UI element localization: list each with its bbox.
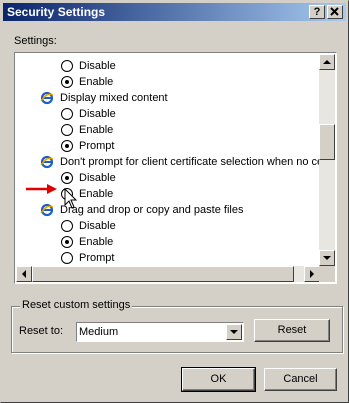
window-title: Security Settings <box>7 5 106 19</box>
category-label: Don't prompt for client certificate sele… <box>60 156 320 168</box>
scrollbar-corner <box>319 266 335 282</box>
horizontal-scrollbar[interactable] <box>16 266 320 282</box>
category-label: Display mixed content <box>60 92 168 104</box>
scroll-down-button[interactable] <box>319 250 335 266</box>
radio-unselected[interactable] <box>61 60 73 72</box>
horizontal-scroll-thumb[interactable] <box>32 266 294 282</box>
scroll-up-button[interactable] <box>319 54 335 70</box>
scroll-right-button[interactable] <box>304 266 320 282</box>
vertical-scroll-thumb[interactable] <box>319 124 335 160</box>
reset-to-label: Reset to: <box>19 325 64 337</box>
option-label: Enable <box>79 76 114 88</box>
help-button[interactable]: ? <box>309 5 325 19</box>
reset-to-dropdown[interactable]: Medium <box>76 322 244 342</box>
dropdown-button[interactable] <box>226 324 242 340</box>
close-button[interactable] <box>327 5 343 19</box>
option-label: Prompt <box>79 252 115 264</box>
close-icon <box>330 7 339 16</box>
ok-button[interactable]: OK <box>181 367 256 392</box>
vertical-scrollbar[interactable] <box>319 54 335 266</box>
security-settings-dialog: Security Settings ? Settings: Disable Ena… <box>0 0 349 403</box>
radio-unselected[interactable] <box>61 108 73 120</box>
radio-selected[interactable] <box>61 140 73 152</box>
arrow-right-icon <box>310 270 314 278</box>
radio-selected[interactable] <box>61 76 73 88</box>
arrow-down-icon <box>323 256 331 260</box>
chevron-down-icon <box>230 330 238 334</box>
ie-icon <box>40 203 54 217</box>
category-label: Drag and drop or copy and paste files <box>60 204 244 216</box>
ie-icon <box>40 91 54 105</box>
title-bar[interactable]: Security Settings ? <box>3 3 346 21</box>
radio-unselected[interactable] <box>61 252 73 264</box>
reset-button[interactable]: Reset <box>254 319 330 342</box>
scroll-left-button[interactable] <box>16 266 32 282</box>
option-label: Disable <box>79 220 116 232</box>
ie-icon <box>40 155 54 169</box>
radio-selected[interactable] <box>61 236 73 248</box>
radio-selected[interactable] <box>61 172 73 184</box>
reset-group-title: Reset custom settings <box>20 299 133 311</box>
settings-listbox[interactable]: Disable Enable Display mixed content Disabl… <box>14 52 337 284</box>
option-label: Enable <box>79 188 114 200</box>
red-arrow-icon <box>26 184 57 194</box>
option-label: Disable <box>79 60 116 72</box>
settings-list: Disable Enable Display mixed content Disabl… <box>16 54 320 266</box>
settings-label: Settings: <box>14 35 57 47</box>
radio-unselected[interactable] <box>61 124 73 136</box>
option-label: Disable <box>79 108 116 120</box>
cancel-button[interactable]: Cancel <box>264 368 337 391</box>
option-label: Prompt <box>79 140 115 152</box>
mouse-cursor-icon <box>64 188 78 209</box>
arrow-left-icon <box>22 270 26 278</box>
arrow-up-icon <box>323 60 331 64</box>
option-label: Enable <box>79 236 114 248</box>
radio-unselected[interactable] <box>61 220 73 232</box>
option-label: Disable <box>79 172 116 184</box>
reset-to-value: Medium <box>79 326 119 338</box>
option-label: Enable <box>79 124 114 136</box>
